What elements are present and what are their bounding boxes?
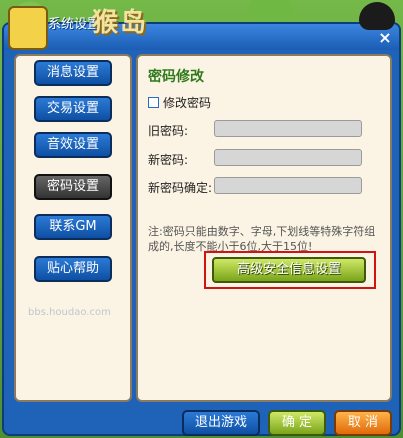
sidebar-item-trade[interactable]: 交易设置 <box>34 96 112 122</box>
change-password-label: 修改密码 <box>163 96 212 110</box>
advanced-security-button[interactable]: 高级安全信息设置 <box>212 257 366 283</box>
cancel-button[interactable]: 取 消 <box>334 410 392 436</box>
advanced-button-highlight: 高级安全信息设置 <box>204 251 376 289</box>
section-title: 密码修改 <box>148 69 204 85</box>
sidebar-item-contact-gm[interactable]: 联系GM <box>34 214 112 240</box>
exit-game-button[interactable]: 退出游戏 <box>182 410 260 436</box>
old-password-label: 旧密码: <box>148 124 189 138</box>
watermark-logo: 猴岛 <box>92 8 149 38</box>
change-password-row: 修改密码 <box>148 94 211 111</box>
sidebar-item-help[interactable]: 贴心帮助 <box>34 256 112 282</box>
sidebar-panel: 消息设置 交易设置 音效设置 密码设置 联系GM 贴心帮助 <box>14 54 132 402</box>
penguin-icon <box>359 2 395 30</box>
sidebar-item-message[interactable]: 消息设置 <box>34 60 112 86</box>
watermark-url: bbs.houdao.com <box>28 307 111 318</box>
new-password-label: 新密码: <box>148 153 189 167</box>
sidebar-item-sound[interactable]: 音效设置 <box>34 132 112 158</box>
change-password-checkbox[interactable] <box>148 97 159 108</box>
settings-dialog: 系统设置 猴岛 × 消息设置 交易设置 音效设置 密码设置 联系GM 贴心帮助 … <box>2 2 401 436</box>
new-password-input[interactable] <box>214 149 362 166</box>
ok-button[interactable]: 确 定 <box>268 410 326 436</box>
confirm-password-input[interactable] <box>214 177 362 194</box>
confirm-password-label: 新密码确定: <box>148 181 213 195</box>
sidebar-item-password[interactable]: 密码设置 <box>34 174 112 200</box>
close-button[interactable]: × <box>377 30 393 46</box>
old-password-input[interactable] <box>214 120 362 137</box>
password-note: 注:密码只能由数字、字母,下划线等特殊字符组成的,长度不能小于6位,大于15位! <box>148 225 376 253</box>
app-icon <box>8 6 48 50</box>
content-panel: 密码修改 修改密码 旧密码: 新密码: 新密码确定: 注:密码只能由数字、字母,… <box>136 54 392 402</box>
